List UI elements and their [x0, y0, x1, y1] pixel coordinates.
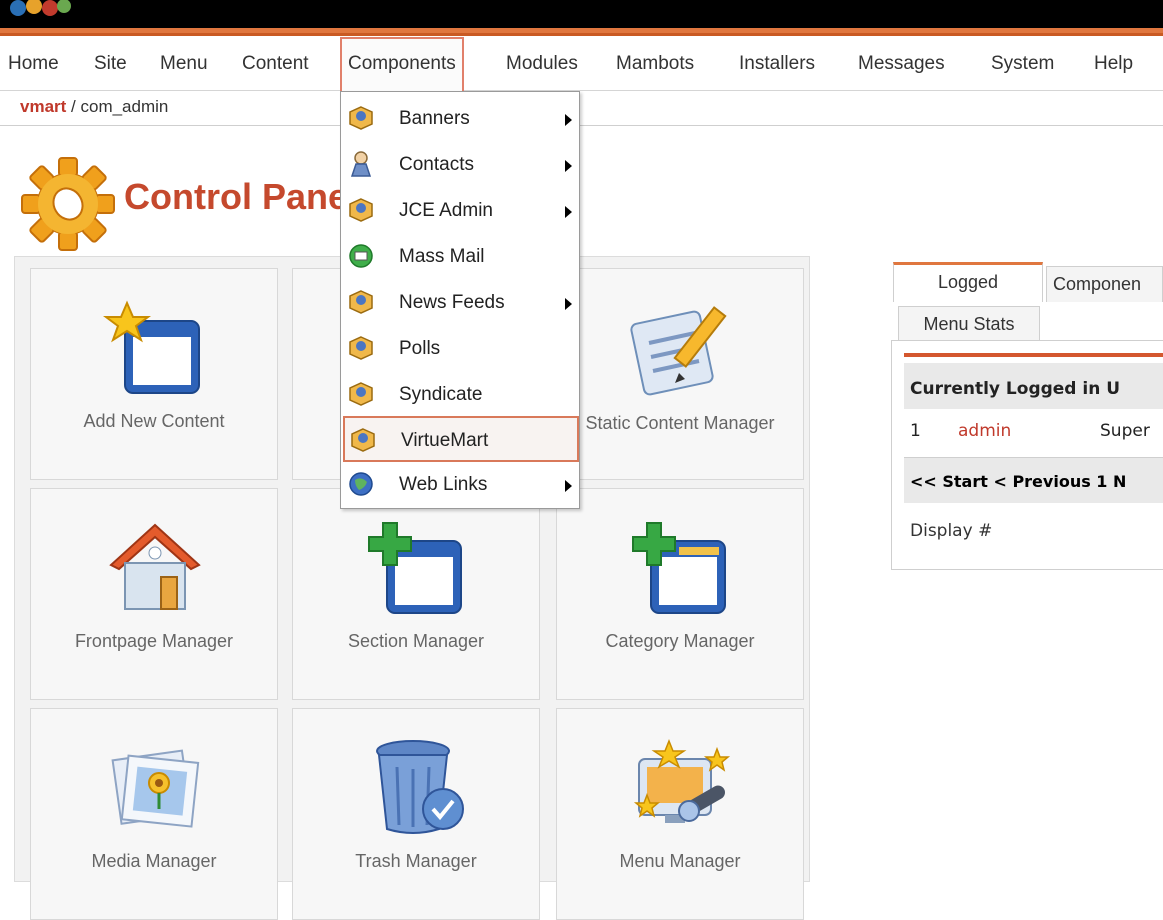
menu-modules[interactable]: Modules	[500, 37, 584, 91]
logged-users-panel: Currently Logged in U 1 admin Super << S…	[891, 340, 1163, 570]
menu-system[interactable]: System	[985, 37, 1060, 91]
table-header: Currently Logged in U	[904, 363, 1163, 409]
page-title: Control Panel	[124, 176, 359, 217]
menu-item-label: Polls	[399, 338, 441, 359]
menu-content[interactable]: Content	[236, 37, 315, 91]
menu-item-banners[interactable]: Banners	[343, 96, 579, 142]
submenu-arrow-icon	[565, 480, 572, 492]
menu-home[interactable]: Home	[2, 37, 65, 91]
trash-icon	[376, 740, 464, 834]
submenu-arrow-icon	[565, 160, 572, 172]
media-icon	[111, 749, 200, 828]
tile-label: Section Manager	[347, 631, 485, 651]
package-icon	[349, 382, 373, 406]
menu-item-syndicate[interactable]: Syndicate	[343, 372, 579, 418]
tile-frontpage-manager[interactable]: Frontpage Manager	[30, 488, 278, 700]
menu-item-virtuemart[interactable]: VirtueMart	[343, 416, 579, 462]
static-content-icon	[630, 306, 727, 396]
menu-item-label: JCE Admin	[399, 200, 493, 221]
tile-section-manager[interactable]: Section Manager	[292, 488, 540, 700]
menu-item-label: Banners	[399, 108, 470, 129]
section-icon	[368, 522, 462, 614]
breadcrumb-link[interactable]: vmart	[20, 97, 66, 116]
menu-mambots[interactable]: Mambots	[610, 37, 700, 91]
menu-item-label: News Feeds	[399, 292, 505, 313]
table-row: 1 admin Super	[904, 411, 1163, 451]
breadcrumb-current: com_admin	[80, 97, 169, 116]
submenu-arrow-icon	[565, 298, 572, 310]
tile-static-content-manager[interactable]: Static Content Manager	[556, 268, 804, 480]
tile-label: Add New Content	[83, 411, 225, 431]
category-icon	[632, 522, 726, 614]
menu-item-jce-admin[interactable]: JCE Admin	[343, 188, 579, 234]
contact-person-icon	[350, 151, 372, 177]
menu-messages[interactable]: Messages	[852, 37, 951, 91]
menu-components[interactable]: Components	[340, 37, 464, 91]
menu-help[interactable]: Help	[1088, 37, 1139, 91]
menu-item-polls[interactable]: Polls	[343, 326, 579, 372]
menu-installers[interactable]: Installers	[733, 37, 821, 91]
top-bar	[0, 0, 1163, 28]
tile-category-manager[interactable]: Category Manager	[556, 488, 804, 700]
tile-label: Media Manager	[91, 851, 217, 871]
main-menubar: Home Site Menu Content Components Module…	[0, 37, 1163, 91]
breadcrumb: vmart / com_admin	[0, 92, 1163, 126]
package-icon	[349, 290, 373, 314]
globe-icon	[349, 472, 373, 496]
breadcrumb-separator: /	[66, 97, 81, 116]
tab-logged[interactable]: Logged	[893, 262, 1043, 302]
add-content-icon	[103, 300, 200, 394]
submenu-arrow-icon	[565, 114, 572, 126]
tile-trash-manager[interactable]: Trash Manager	[292, 708, 540, 920]
mail-globe-icon	[349, 244, 373, 268]
user-link[interactable]: admin	[958, 421, 1011, 441]
package-icon	[349, 198, 373, 222]
tile-label: Frontpage Manager	[74, 631, 234, 651]
menu-item-news-feeds[interactable]: News Feeds	[343, 280, 579, 326]
menu-site[interactable]: Site	[88, 37, 133, 91]
logged-users-table: Currently Logged in U 1 admin Super << S…	[904, 353, 1163, 553]
menu-item-label: Web Links	[399, 474, 488, 495]
tab-menu-stats[interactable]: Menu Stats	[898, 306, 1040, 340]
tile-label: Category Manager	[605, 631, 755, 651]
menu-item-label: VirtueMart	[401, 430, 489, 451]
menu-item-web-links[interactable]: Web Links	[343, 462, 579, 508]
user-role: Super	[1100, 421, 1150, 441]
menu-menu[interactable]: Menu	[154, 37, 214, 91]
tile-label: Static Content Manager	[585, 413, 775, 433]
submenu-arrow-icon	[565, 206, 572, 218]
joomla-logo-icon	[10, 0, 71, 16]
menu-manager-icon	[633, 738, 731, 823]
menu-item-label: Syndicate	[399, 384, 483, 405]
header-accent-line	[0, 28, 1163, 36]
tile-add-new-content[interactable]: Add New Content	[30, 268, 278, 480]
tile-label: Trash Manager	[355, 851, 477, 871]
menu-item-contacts[interactable]: Contacts	[343, 142, 579, 188]
row-index: 1	[910, 421, 921, 441]
menu-item-mass-mail[interactable]: Mass Mail	[343, 234, 579, 280]
tab-components[interactable]: Componen	[1046, 266, 1163, 302]
package-icon	[349, 336, 373, 360]
package-icon	[351, 428, 375, 452]
menu-item-label: Contacts	[399, 154, 474, 175]
package-icon	[349, 106, 373, 130]
menu-item-label: Mass Mail	[399, 246, 485, 267]
control-panel-gear-icon	[21, 157, 115, 251]
house-icon	[109, 523, 201, 610]
tile-menu-manager[interactable]: Menu Manager	[556, 708, 804, 920]
components-dropdown: Banners Contacts JCE Admin Mass Mail New…	[340, 91, 580, 509]
tile-label: Menu Manager	[619, 851, 741, 871]
pagination-nav[interactable]: << Start < Previous 1 N	[904, 457, 1163, 503]
display-count-label: Display #	[910, 521, 993, 541]
tile-media-manager[interactable]: Media Manager	[30, 708, 278, 920]
